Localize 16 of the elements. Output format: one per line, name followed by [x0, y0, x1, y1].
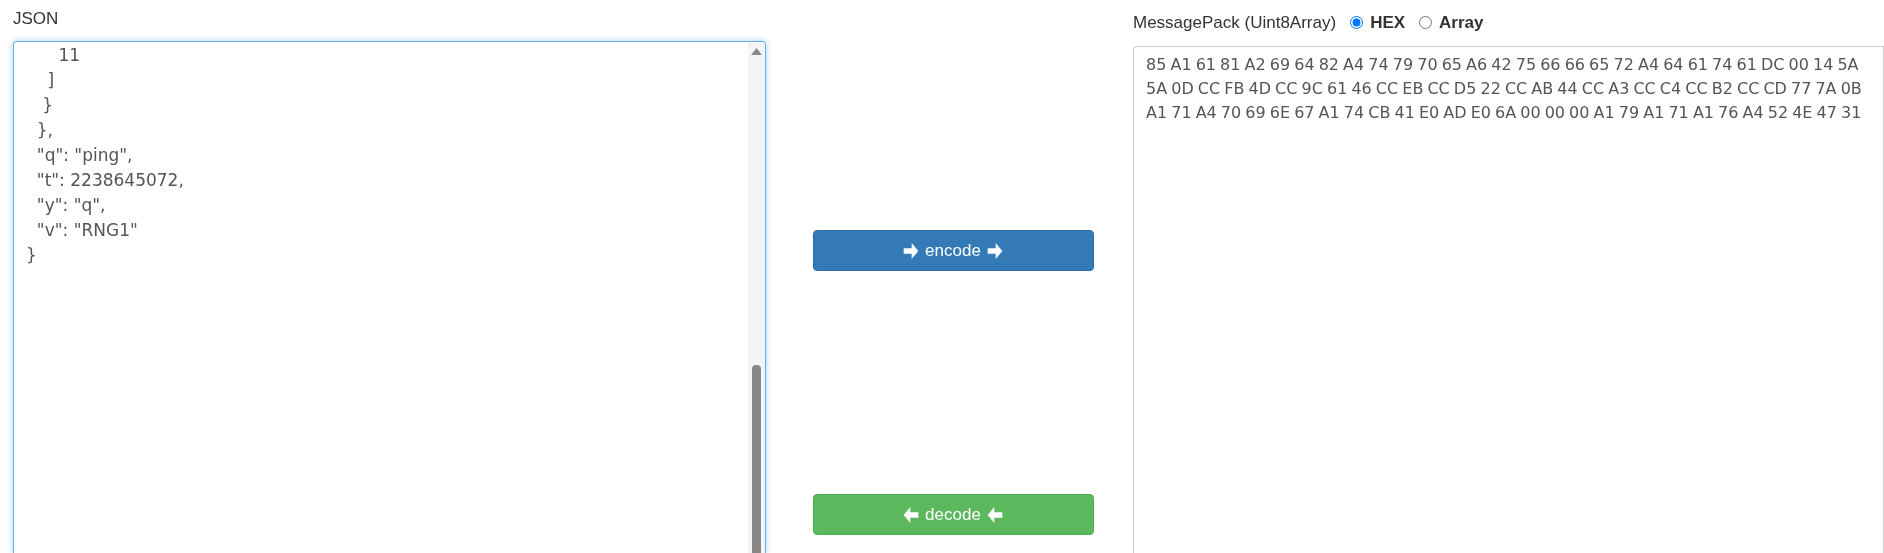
encode-button[interactable]: encode — [812, 230, 1094, 271]
radio-label: Array — [1439, 12, 1484, 34]
left-arrow-icon — [986, 506, 1003, 523]
left-arrow-icon — [903, 506, 920, 523]
radio-button[interactable] — [1350, 16, 1364, 30]
right-arrow-icon — [903, 242, 920, 259]
scroll-up-icon[interactable] — [751, 47, 762, 55]
scrollbar-thumb[interactable] — [752, 364, 761, 553]
field-label: JSON — [13, 8, 60, 30]
radio-button[interactable] — [1419, 16, 1433, 30]
scrollbar[interactable] — [748, 41, 765, 553]
radio-label: HEX — [1370, 12, 1406, 34]
hex-field[interactable]: 85 A1 61 81 A2 69 64 82 A4 74 79 70 65 A6 42 75 66 66 65 72 A4 64 61 74 61 DC 00 14 5A 5A 0D CC FB 4D CC 9C 61 46 CC EB CC D5 22 CC AB 44 CC A3 CC C4 CC B2 CC CD 77 7A 0B A1 71 A4 70 69 6E 67 A1 74 CB 41 E0 AD E0 6A 00 00 00 A1 79 A1 71 A1 76 A4 52 4E 47 31 — [1133, 45, 1884, 553]
right-arrow-icon — [986, 242, 1003, 259]
json-field[interactable]: 11 ] } }, "q": "ping", "t": 2238645072, "y": "q", "v": "RNG1" } — [13, 40, 766, 553]
field-label: MessagePack (Uint8Array) — [1133, 12, 1337, 34]
